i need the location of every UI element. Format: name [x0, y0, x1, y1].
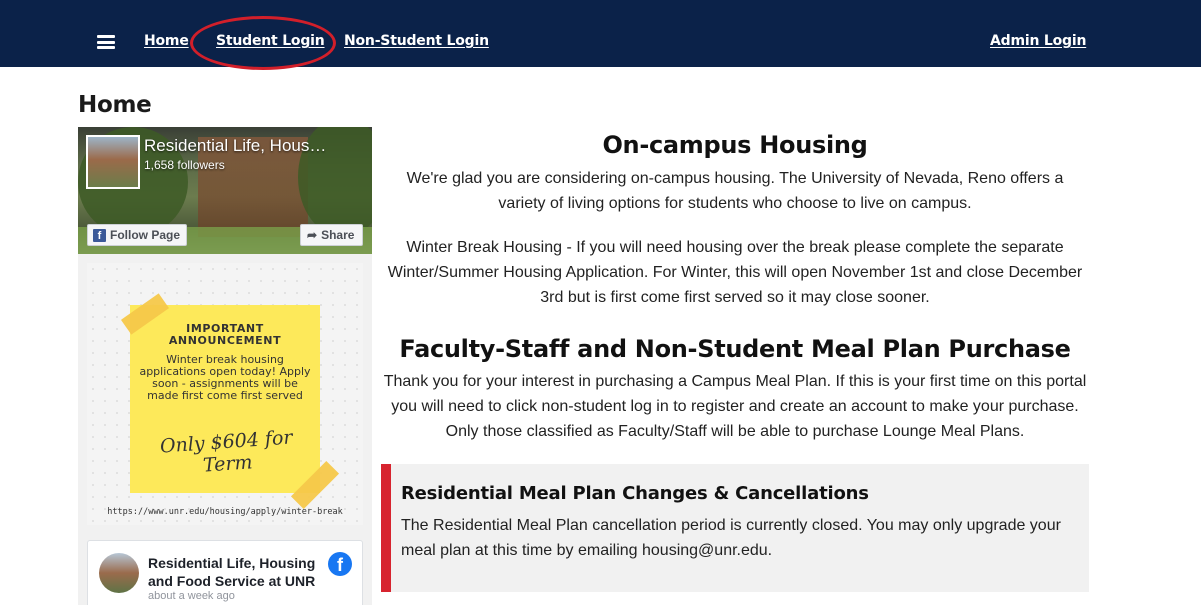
facebook-logo-icon[interactable]: f [328, 552, 352, 576]
feed-post-author[interactable]: Residential Life, Housing and Food Servi… [148, 554, 328, 590]
on-campus-housing-heading: On-campus Housing [602, 131, 868, 159]
announcement-title: IMPORTANT ANNOUNCEMENT [130, 323, 320, 347]
facebook-logo-icon: f [93, 228, 106, 242]
meal-plan-purchase-heading: Faculty-Staff and Non-Student Meal Plan … [399, 335, 1071, 363]
facebook-cover-photo[interactable]: Residential Life, Hous… 1,658 followers … [78, 127, 372, 254]
share-button[interactable]: ➦ Share [300, 224, 363, 246]
feed-post-timestamp[interactable]: about a week ago [148, 590, 235, 602]
housing-intro-text: We're glad you are considering on-campus… [406, 170, 1064, 212]
nav-link-student-login[interactable]: Student Login [216, 33, 325, 49]
announcement-body: Winter break housing applications open t… [139, 353, 311, 402]
announcement-title-line: ANNOUNCEMENT [168, 334, 282, 347]
facebook-feed-post[interactable]: Residential Life, Housing and Food Servi… [87, 540, 363, 605]
nav-link-home[interactable]: Home [144, 33, 189, 49]
facebook-page-name[interactable]: Residential Life, Hous… [144, 136, 326, 156]
nav-link-non-student-login[interactable]: Non-Student Login [344, 33, 489, 49]
top-navigation-bar: Home Student Login Non-Student Login Adm… [0, 0, 1201, 67]
winter-break-housing-text: Winter Break Housing - If you will need … [387, 239, 1083, 306]
share-arrow-icon: ➦ [307, 228, 318, 242]
facebook-page-thumbnail[interactable] [86, 135, 140, 189]
notice-body: The Residential Meal Plan cancellation p… [401, 517, 1061, 559]
page-title: Home [78, 92, 152, 118]
meal-plan-purchase-text: Thank you for your interest in purchasin… [383, 373, 1087, 440]
notice-accent-bar [381, 464, 391, 592]
nav-link-admin-login[interactable]: Admin Login [990, 33, 1086, 49]
facebook-page-widget: Residential Life, Hous… 1,658 followers … [78, 127, 372, 605]
facebook-follower-count: 1,658 followers [144, 158, 225, 172]
meal-plan-cancellation-notice: Residential Meal Plan Changes & Cancella… [381, 464, 1089, 592]
avatar[interactable] [99, 553, 139, 593]
notice-title: Residential Meal Plan Changes & Cancella… [401, 483, 869, 504]
follow-page-label: Follow Page [110, 228, 181, 242]
announcement-post-image[interactable]: IMPORTANT ANNOUNCEMENT Winter break hous… [87, 263, 363, 525]
announcement-url: https://www.unr.edu/housing/apply/winter… [107, 507, 343, 517]
follow-page-button[interactable]: f Follow Page [87, 224, 187, 246]
hamburger-menu-icon[interactable] [97, 35, 115, 49]
share-label: Share [321, 228, 355, 242]
